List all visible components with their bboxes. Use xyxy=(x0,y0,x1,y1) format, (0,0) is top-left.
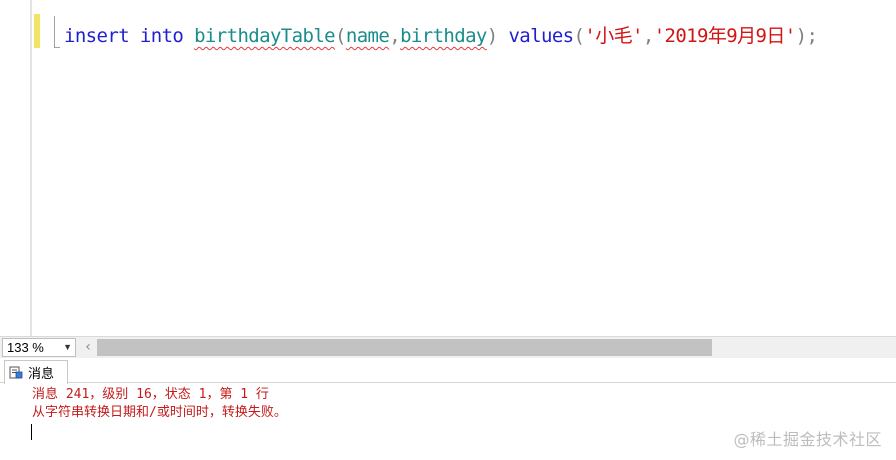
text-caret xyxy=(31,424,32,440)
code-token: into xyxy=(139,25,184,47)
scroll-left-button[interactable]: ‹ xyxy=(80,338,96,357)
change-marker xyxy=(34,14,40,48)
horizontal-scrollbar-thumb[interactable] xyxy=(97,339,712,356)
outline-bracket xyxy=(54,16,60,48)
code-token: insert xyxy=(64,25,130,47)
results-tab-bar: 消息 xyxy=(0,358,896,384)
error-message-header: 消息 241，级别 16，状态 1，第 1 行 xyxy=(32,387,269,402)
editor-gutter xyxy=(0,0,30,336)
zoom-value: 133 % xyxy=(7,340,44,355)
gutter-divider xyxy=(30,0,32,336)
code-token: , xyxy=(389,25,401,47)
code-token: '小毛' xyxy=(584,25,643,47)
tab-messages[interactable]: 消息 xyxy=(4,360,68,384)
code-token: name xyxy=(345,25,390,47)
code-token: birthday xyxy=(400,25,487,47)
query-editor[interactable]: insert into birthdayTable(name,birthday)… xyxy=(0,0,896,336)
code-token: birthdayTable xyxy=(194,25,336,47)
code-token: ( xyxy=(573,25,585,47)
code-token: ) xyxy=(486,25,498,47)
error-message-text: 从字符串转换日期和/或时间时，转换失败。 xyxy=(32,405,287,420)
code-token: ( xyxy=(335,25,346,47)
watermark: @稀土掘金技术社区 xyxy=(733,430,882,449)
code-token: values xyxy=(508,25,574,47)
tab-messages-label: 消息 xyxy=(28,367,55,382)
results-pane: 消息 消息 241，级别 16，状态 1，第 1 行 从字符串转换日期和/或时间… xyxy=(0,358,896,460)
code-token: '2019年9月9日' xyxy=(653,25,797,47)
chevron-down-icon: ▼ xyxy=(63,342,72,352)
zoom-select[interactable]: 133 % ▼ xyxy=(2,338,76,357)
messages-icon xyxy=(9,366,23,379)
code-line[interactable]: insert into birthdayTable(name,birthday)… xyxy=(64,23,818,49)
code-token: ); xyxy=(795,25,818,47)
editor-status-strip: 133 % ▼ ‹ xyxy=(0,336,896,358)
code-token: , xyxy=(642,25,654,47)
